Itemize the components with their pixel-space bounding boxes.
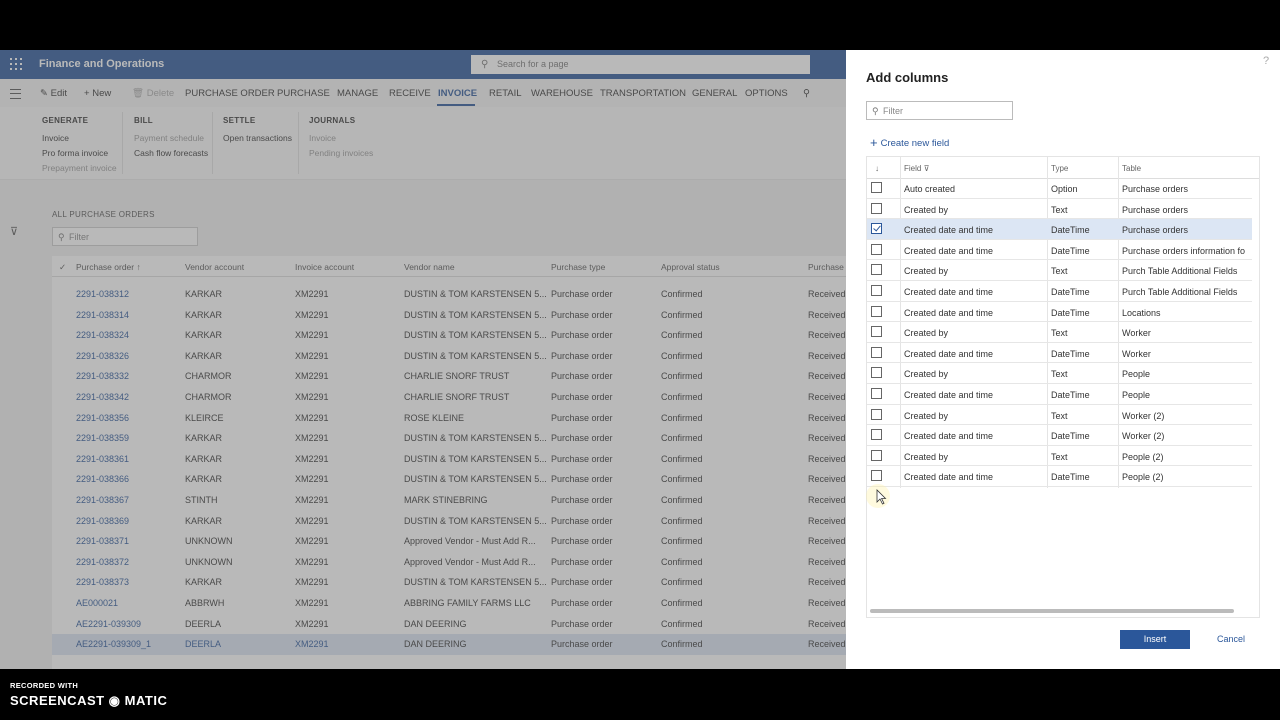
field-name-cell: Created date and time	[904, 348, 994, 359]
field-table-cell: Locations	[1122, 307, 1161, 318]
col-table[interactable]: Table	[1122, 164, 1141, 173]
field-name-cell: Created date and time	[904, 472, 994, 483]
fields-table: ↓ Field ⊽ Type Table Auto created Option P…	[866, 156, 1260, 618]
field-table-cell: Purchase orders	[1122, 204, 1189, 215]
field-row[interactable]: Created by Text Purch Table Additional Fie…	[867, 260, 1252, 281]
field-table-cell: Purchase orders	[1122, 225, 1189, 236]
screen-top-band	[0, 0, 1280, 50]
field-table-cell: Purch Table Additional Fields	[1122, 266, 1238, 277]
field-name-cell: Created by	[904, 369, 949, 380]
field-table-cell: Worker	[1122, 348, 1151, 359]
field-row[interactable]: Auto created Option Purchase orders	[867, 178, 1252, 199]
field-checkbox[interactable]	[871, 408, 882, 420]
panel-filter-placeholder: Filter	[883, 106, 903, 116]
field-name-cell: Created by	[904, 266, 949, 277]
col-type[interactable]: Type	[1051, 164, 1068, 173]
field-checkbox[interactable]	[871, 285, 882, 296]
field-row[interactable]: Created date and time DateTime Purch Table…	[867, 281, 1252, 302]
fields-table-header: ↓ Field ⊽ Type Table	[867, 157, 1259, 179]
sort-down-icon[interactable]: ↓	[875, 164, 879, 173]
insert-button[interactable]: Insert	[1120, 630, 1190, 649]
col-field-label: Field	[904, 164, 922, 173]
field-checkbox[interactable]	[871, 346, 882, 358]
field-row[interactable]: Created date and time DateTime People	[867, 384, 1252, 405]
field-row[interactable]: Created date and time DateTime Worker (2)	[867, 425, 1252, 446]
field-name-cell: Created by	[904, 451, 949, 462]
field-checkbox[interactable]	[871, 388, 882, 399]
field-row[interactable]: Created by Text People	[867, 363, 1252, 384]
field-row[interactable]: Created by Text People (2)	[867, 446, 1252, 467]
create-new-field-label: Create new field	[880, 138, 950, 149]
field-table-cell: Purchase orders	[1122, 184, 1189, 194]
field-name-cell: Auto created	[904, 184, 956, 194]
field-checkbox[interactable]	[871, 223, 882, 235]
watermark-line2: SCREENCAST ◉ MATIC	[10, 693, 168, 708]
mouse-pointer-icon	[876, 489, 887, 505]
field-row[interactable]: Created date and time DateTime People (2)	[867, 466, 1252, 487]
field-table-cell: People (2)	[1122, 451, 1164, 462]
field-row[interactable]: Created date and time DateTime Purchase or…	[867, 240, 1252, 261]
search-icon: ⚲	[872, 106, 879, 116]
field-table-cell: Worker	[1122, 328, 1151, 339]
field-row[interactable]: Created by Text Worker	[867, 322, 1252, 343]
field-name-cell: Created date and time	[904, 245, 994, 256]
field-name-cell: Created date and time	[904, 307, 994, 318]
field-checkbox[interactable]	[871, 367, 882, 379]
field-table-cell: People	[1122, 369, 1151, 380]
field-checkbox[interactable]	[871, 182, 882, 193]
field-checkbox[interactable]	[871, 429, 882, 441]
field-checkbox[interactable]	[871, 264, 882, 276]
screen-bottom-band	[0, 669, 1280, 720]
field-name-cell: Created date and time	[904, 287, 994, 297]
field-checkbox[interactable]	[871, 326, 882, 338]
field-checkbox[interactable]	[871, 470, 882, 482]
create-new-field-button[interactable]: + Create new field	[870, 134, 950, 150]
help-icon[interactable]: ?	[1263, 55, 1269, 67]
field-row[interactable]: Created by Text Worker (2)	[867, 405, 1252, 426]
horizontal-scrollbar[interactable]	[870, 609, 1234, 613]
watermark-line1: RECORDED WITH	[10, 681, 79, 690]
field-checkbox[interactable]	[871, 449, 882, 461]
field-row[interactable]: Created date and time DateTime Purchase or…	[867, 219, 1252, 240]
field-row[interactable]: Created date and time DateTime Worker	[867, 343, 1252, 364]
modal-overlay[interactable]	[0, 50, 846, 669]
field-checkbox[interactable]	[871, 243, 882, 255]
plus-icon: +	[870, 135, 878, 150]
field-name-cell: Created date and time	[904, 390, 994, 400]
field-row[interactable]: Created by Text Purchase orders	[867, 199, 1252, 220]
filter-icon: ⊽	[923, 164, 930, 173]
field-table-cell: Purchase orders information fo	[1122, 245, 1246, 256]
cancel-button[interactable]: Cancel	[1196, 630, 1266, 649]
field-table-cell: Worker (2)	[1122, 431, 1165, 442]
field-table-cell: People	[1122, 390, 1151, 400]
panel-title: Add columns	[866, 70, 949, 85]
field-name-cell: Created by	[904, 328, 949, 339]
field-checkbox[interactable]	[871, 202, 882, 214]
add-columns-panel: Add columns ? ⚲ Filter + Create new field…	[846, 50, 1280, 669]
field-table-cell: Purch Table Additional Fields	[1122, 287, 1238, 297]
field-row[interactable]: Created date and time DateTime Locations	[867, 302, 1252, 323]
col-field[interactable]: Field ⊽	[904, 164, 929, 173]
field-name-cell: Created date and time	[904, 431, 994, 442]
field-name-cell: Created by	[904, 410, 949, 421]
field-table-cell: Worker (2)	[1122, 410, 1165, 421]
field-name-cell: Created by	[904, 204, 949, 215]
field-checkbox[interactable]	[871, 305, 882, 317]
field-name-cell: Created date and time	[904, 225, 994, 236]
panel-filter-input[interactable]: ⚲ Filter	[866, 101, 1013, 120]
field-table-cell: People (2)	[1122, 472, 1164, 483]
